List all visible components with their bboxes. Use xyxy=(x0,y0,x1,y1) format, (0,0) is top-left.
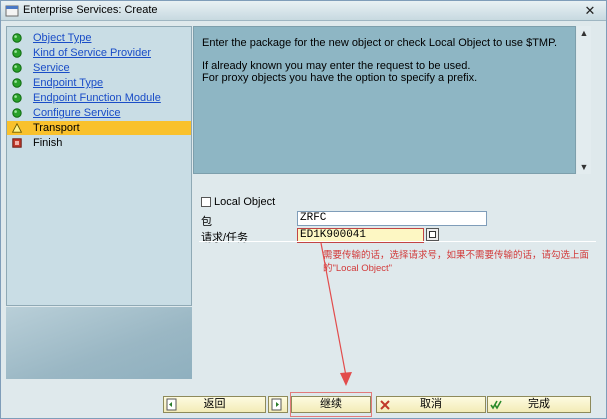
back-button[interactable]: 返回 xyxy=(163,396,266,413)
red-square-icon xyxy=(12,138,22,148)
wizard-window: Enterprise Services: Create ✕ Object Typ… xyxy=(0,0,607,419)
nav-item-label[interactable]: Object Type xyxy=(33,31,92,45)
value-help-icon[interactable] xyxy=(426,228,439,241)
nav-item-configure-service[interactable]: Configure Service xyxy=(7,106,191,120)
back-page-icon xyxy=(166,398,177,411)
info-scrollbar[interactable]: ▲ ▼ xyxy=(577,26,591,174)
divider xyxy=(199,241,596,242)
local-object-checkbox[interactable] xyxy=(201,197,211,207)
nav-item-label[interactable]: Configure Service xyxy=(33,106,120,120)
wizard-body: Object Type Kind of Service Provider Ser… xyxy=(3,21,604,418)
complete-button[interactable]: 完成 xyxy=(487,396,591,413)
info-line: If already known you may enter the reque… xyxy=(202,60,471,72)
nav-item-label[interactable]: Service xyxy=(33,61,70,75)
nav-item-transport[interactable]: Transport xyxy=(7,121,191,135)
complete-button-label: 完成 xyxy=(528,398,550,410)
scroll-up-icon[interactable]: ▲ xyxy=(577,26,591,40)
green-dot-icon xyxy=(12,48,22,58)
local-object-label: Local Object xyxy=(214,196,276,208)
green-dot-icon xyxy=(12,33,22,43)
green-dot-icon xyxy=(12,108,22,118)
close-icon[interactable]: ✕ xyxy=(582,3,598,19)
nav-item-label[interactable]: Endpoint Function Module xyxy=(33,91,161,105)
request-label: 请求/任务 xyxy=(201,232,249,244)
step-navigation: Object Type Kind of Service Provider Ser… xyxy=(6,26,192,306)
warning-triangle-icon xyxy=(12,123,22,133)
green-dot-icon xyxy=(12,78,22,88)
nav-item-label[interactable]: Kind of Service Provider xyxy=(33,46,151,60)
nav-item-label[interactable]: Endpoint Type xyxy=(33,76,103,90)
decorative-panel-image xyxy=(6,307,192,379)
annotation-text: 需要传输的话，选择请求号，如果不需要传输的话，请勾选上面 的"Local Obj… xyxy=(323,249,589,275)
title-bar: Enterprise Services: Create ✕ xyxy=(1,1,606,21)
info-line: For proxy objects you have the option to… xyxy=(202,72,478,84)
double-check-icon xyxy=(490,400,502,410)
cancel-x-icon xyxy=(380,400,390,410)
nav-item-finish[interactable]: Finish xyxy=(7,136,191,150)
annotation-line: 的"Local Object" xyxy=(323,263,393,274)
scroll-down-icon[interactable]: ▼ xyxy=(577,160,591,174)
info-line: Enter the package for the new object or … xyxy=(202,37,558,49)
continue-button[interactable]: 继续 xyxy=(291,396,371,413)
nav-item-object-type[interactable]: Object Type xyxy=(7,31,191,45)
back-button-label: 返回 xyxy=(203,398,226,410)
nav-item-service[interactable]: Service xyxy=(7,61,191,75)
forward-page-icon xyxy=(271,398,282,411)
info-text-box: Enter the package for the new object or … xyxy=(193,26,576,174)
green-dot-icon xyxy=(12,93,22,103)
continue-button-label: 继续 xyxy=(320,398,342,410)
nav-item-endpoint-type[interactable]: Endpoint Type xyxy=(7,76,191,90)
window-title: Enterprise Services: Create xyxy=(23,4,158,16)
package-label: 包 xyxy=(201,216,212,228)
page-button[interactable] xyxy=(268,396,288,413)
nav-item-label[interactable]: Transport xyxy=(33,121,80,135)
sap-window-icon xyxy=(5,5,19,17)
annotation-line: 需要传输的话，选择请求号，如果不需要传输的话，请勾选上面 xyxy=(323,250,590,261)
nav-item-endpoint-function-module[interactable]: Endpoint Function Module xyxy=(7,91,191,105)
cancel-button-label: 取消 xyxy=(420,398,442,410)
package-field[interactable]: ZRFC xyxy=(297,211,487,226)
nav-item-kind-of-service-provider[interactable]: Kind of Service Provider xyxy=(7,46,191,60)
green-dot-icon xyxy=(12,63,22,73)
nav-item-label[interactable]: Finish xyxy=(33,136,62,150)
cancel-button[interactable]: 取消 xyxy=(376,396,486,413)
